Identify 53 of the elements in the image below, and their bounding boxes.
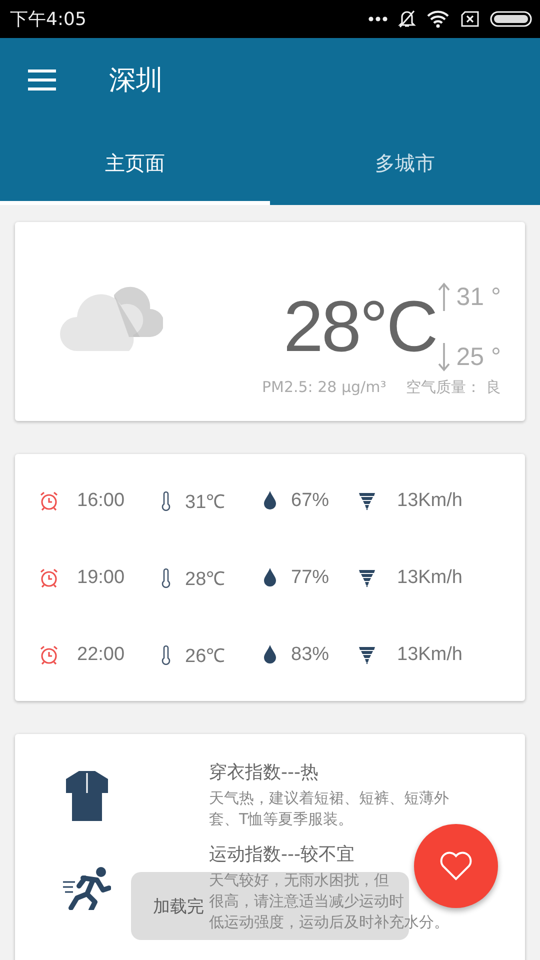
forecast-wind: 13Km/h xyxy=(397,644,462,666)
forecast-humidity: 83% xyxy=(291,644,330,666)
heart-icon xyxy=(439,851,473,881)
sim-icon xyxy=(460,11,480,27)
air-quality: 空气质量： 良 xyxy=(406,378,501,397)
forecast-wind: 13Km/h xyxy=(397,490,462,512)
thermometer-icon xyxy=(161,490,171,510)
wifi-icon xyxy=(426,10,450,28)
suggestion-title: 穿衣指数---热 xyxy=(209,761,320,784)
forecast-time: 22:00 xyxy=(77,644,125,666)
forecast-humidity: 67% xyxy=(291,490,330,512)
suggestion-text: 低运动强度，运动后及时补充水分。 xyxy=(209,912,449,933)
bell-off-icon xyxy=(398,9,416,29)
menu-button[interactable] xyxy=(27,66,59,92)
pm25-reading: PM2.5: 28 μg/m³ xyxy=(262,378,386,397)
high-temperature: 31 ° xyxy=(456,282,501,312)
running-person-icon xyxy=(63,866,111,910)
forecast-time: 19:00 xyxy=(77,566,125,588)
forecast-time: 16:00 xyxy=(77,490,125,512)
more-icon xyxy=(368,16,388,22)
status-time: 下午4:05 xyxy=(10,8,86,31)
suggestion-text: 套、T恤等夏季服装。 xyxy=(209,809,354,830)
alarm-clock-icon xyxy=(39,568,59,588)
suggestion-text: 天气热，建议着短裙、短裤、短薄外 xyxy=(209,788,449,809)
shirt-icon xyxy=(65,769,109,821)
suggestion-text: 很高，请注意适当减少运动时 xyxy=(209,891,405,912)
forecast-temperature: 28℃ xyxy=(185,568,226,590)
tornado-icon xyxy=(359,646,375,664)
menu-icon xyxy=(27,68,57,90)
tab[interactable]: 多城市 xyxy=(270,121,540,205)
battery-icon xyxy=(490,11,532,27)
alarm-clock-icon xyxy=(39,644,59,664)
tab[interactable]: 主页面 xyxy=(0,121,270,205)
toast-text: 加载完 xyxy=(153,896,204,918)
water-drop-icon xyxy=(263,491,277,510)
forecast-humidity: 77% xyxy=(291,566,330,588)
alarm-clock-icon xyxy=(39,490,59,510)
thermometer-icon xyxy=(161,568,171,588)
thermometer-icon xyxy=(161,644,171,664)
water-drop-icon xyxy=(263,568,277,587)
low-temperature: 25 ° xyxy=(456,342,501,372)
forecast-wind: 13Km/h xyxy=(397,566,462,588)
current-temperature: 28°C xyxy=(283,286,436,368)
forecast-temperature: 31℃ xyxy=(185,490,226,514)
water-drop-icon xyxy=(263,645,277,664)
city-title: 深圳 xyxy=(109,64,163,98)
up-arrow-icon xyxy=(438,282,450,312)
down-arrow-icon xyxy=(438,342,450,372)
suggestion-text: 天气较好，无雨水困扰，但 xyxy=(209,870,390,891)
forecast-temperature: 26℃ xyxy=(185,644,226,668)
suggestion-title: 运动指数---较不宜 xyxy=(209,843,356,866)
tornado-icon xyxy=(359,492,375,510)
tornado-icon xyxy=(359,568,375,586)
